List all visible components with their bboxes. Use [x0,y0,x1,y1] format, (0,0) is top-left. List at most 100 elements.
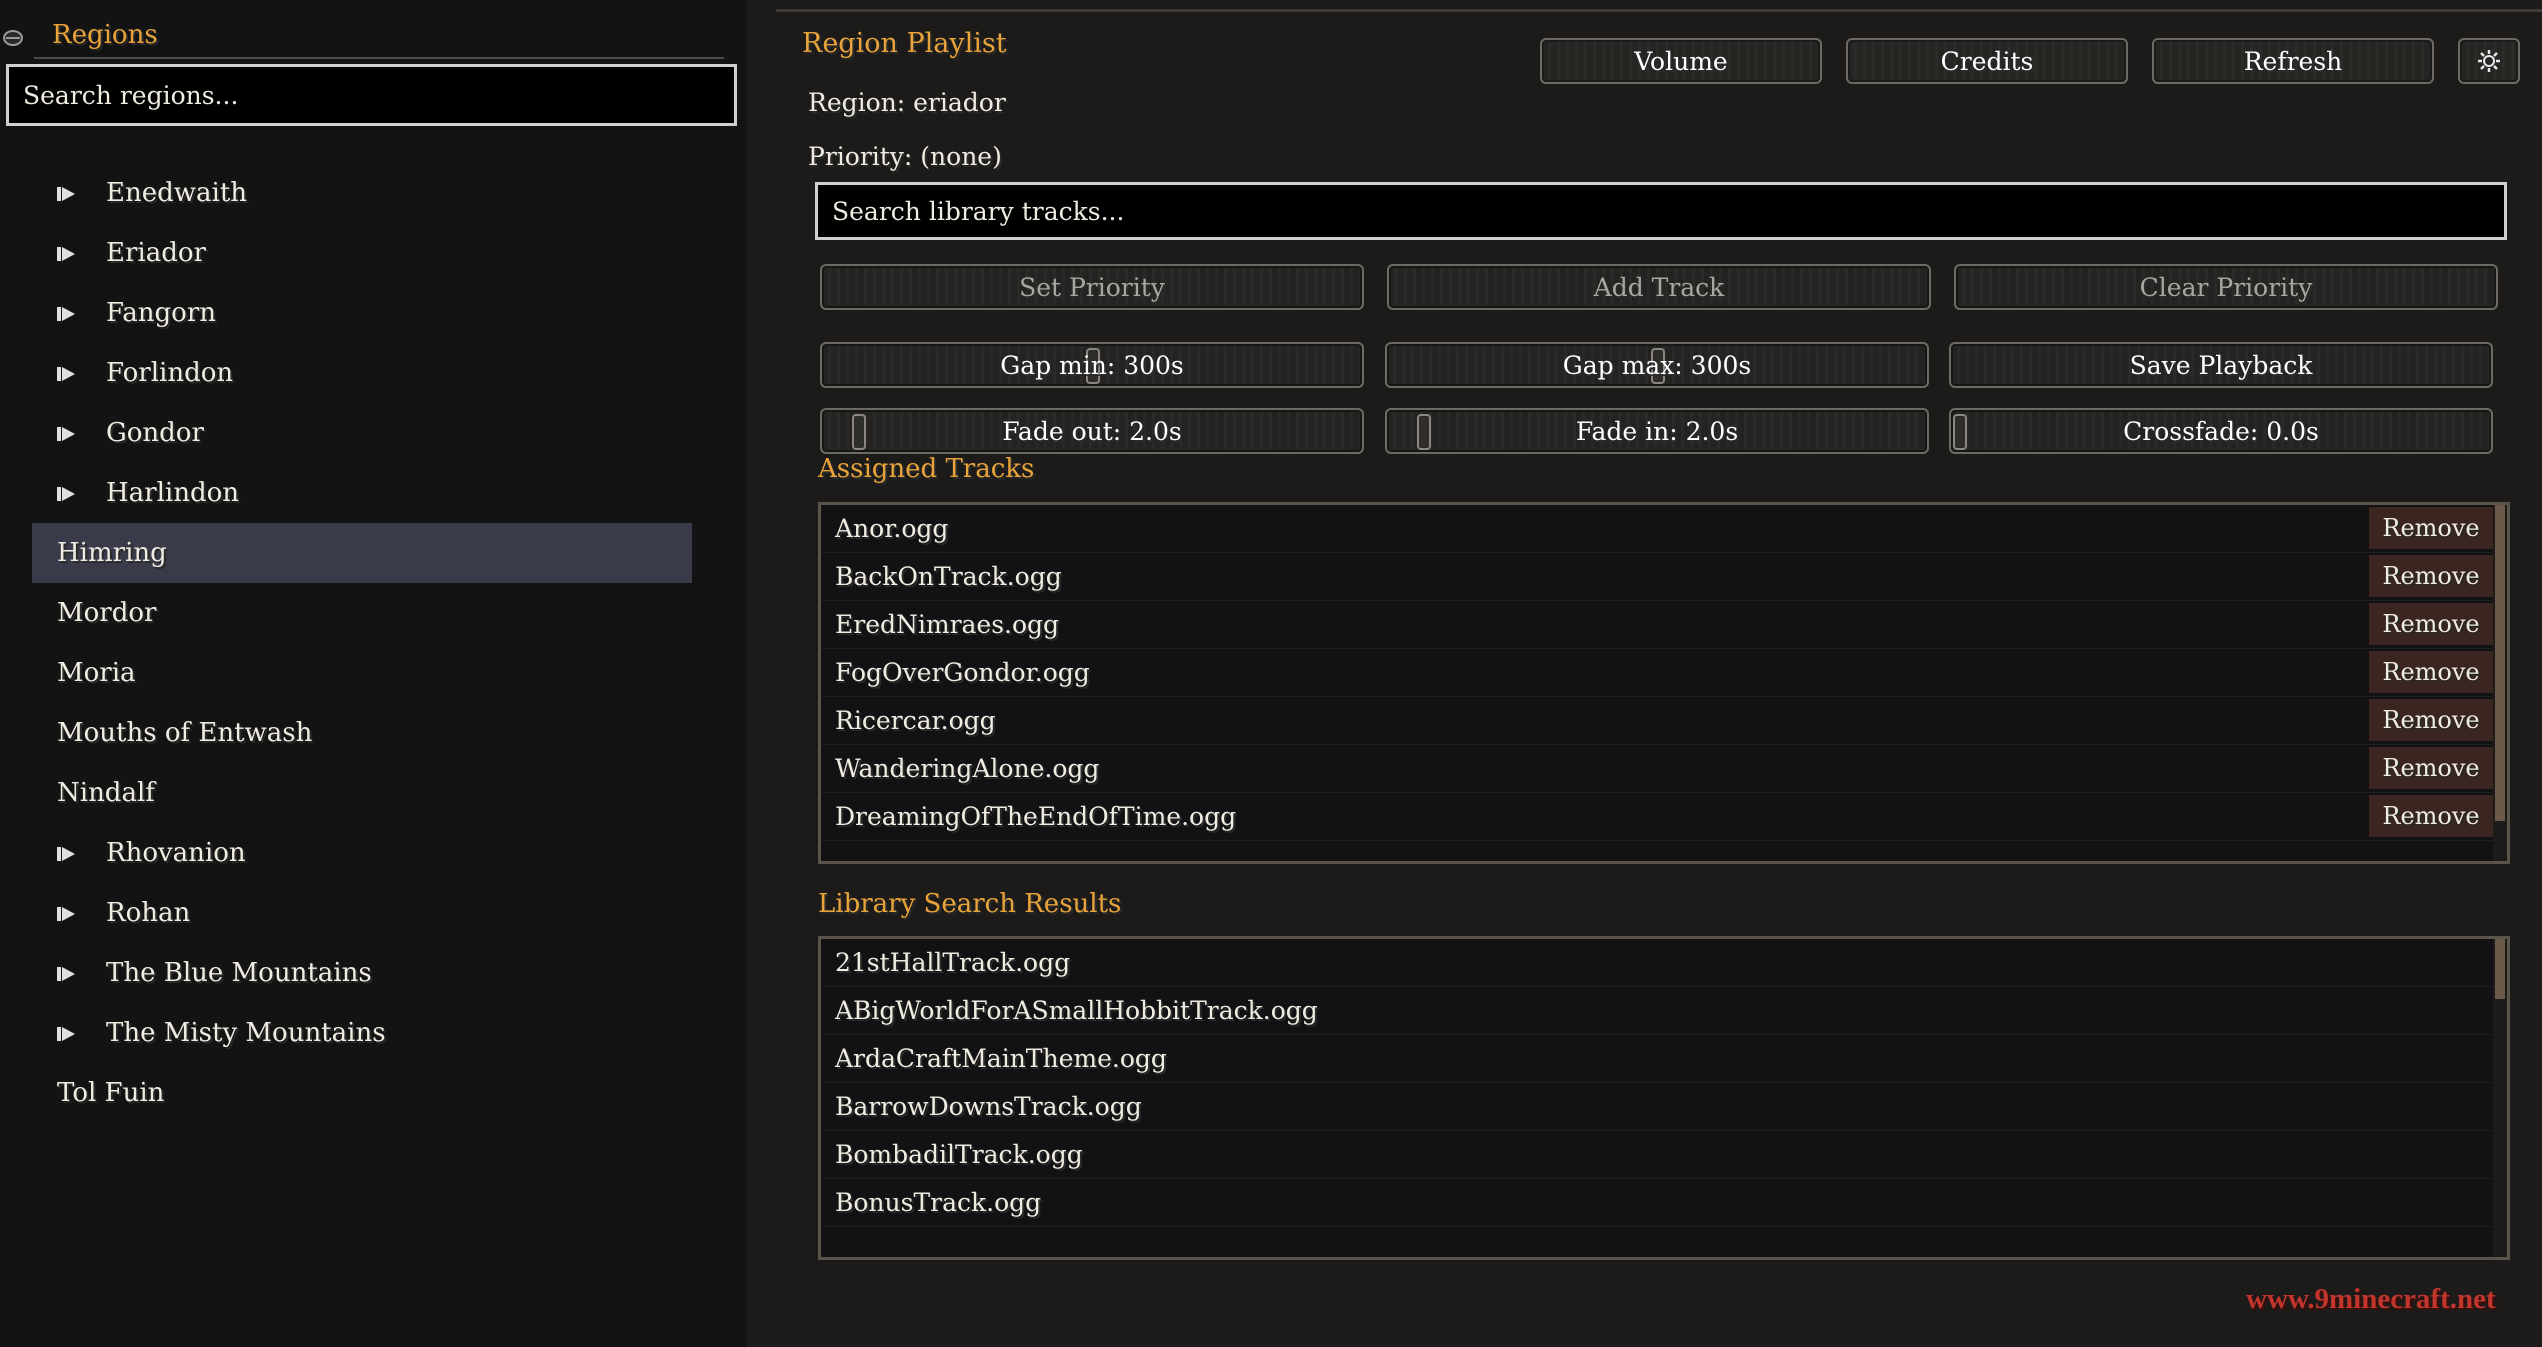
fade-out-label: Fade out: 2.0s [1002,416,1182,446]
library-track-row[interactable]: BarrowDownsTrack.ogg [821,1083,2493,1131]
assigned-track-row[interactable]: DreamingOfTheEndOfTime.ogg Remove [821,793,2493,841]
region-item-label: The Blue Mountains [106,958,372,988]
expand-arrow-icon[interactable] [56,964,76,984]
assigned-track-row[interactable]: BackOnTrack.ogg Remove [821,553,2493,601]
track-name: FogOverGondor.ogg [835,658,1090,687]
settings-button[interactable] [2458,38,2520,84]
region-item[interactable]: Eriador [32,223,692,283]
slider-handle[interactable] [1953,414,1967,450]
remove-button[interactable]: Remove [2369,507,2493,549]
expand-arrow-icon[interactable] [56,364,76,384]
set-priority-button[interactable]: Set Priority [820,264,1364,310]
assigned-tracks-list[interactable]: Anor.ogg Remove BackOnTrack.ogg Remove EredN… [818,502,2510,864]
track-name: WanderingAlone.ogg [835,754,1100,783]
region-item[interactable]: The Blue Mountains [32,943,692,1003]
library-track-row[interactable]: ArdaCraftMainTheme.ogg [821,1035,2493,1083]
expand-arrow-icon[interactable] [56,484,76,504]
credits-button[interactable]: Credits [1846,38,2128,84]
save-playback-label: Save Playback [2129,350,2313,380]
remove-button[interactable]: Remove [2369,651,2493,693]
watermark: www.9minecraft.net [2246,1283,2496,1315]
region-search-field[interactable] [6,64,737,126]
region-item[interactable]: Rohan [32,883,692,943]
assigned-track-row[interactable]: FogOverGondor.ogg Remove [821,649,2493,697]
region-item-label: Rhovanion [106,838,246,868]
gap-min-slider[interactable]: Gap min: 300s [820,342,1364,388]
library-search-input[interactable] [818,185,2504,237]
region-item[interactable]: Moria [32,643,692,703]
divider [776,9,2542,12]
library-results-list[interactable]: 21stHallTrack.ogg ABigWorldForASmallHobbi… [818,936,2510,1260]
region-item[interactable]: Fangorn [32,283,692,343]
region-item-label: Himring [57,538,167,568]
assigned-track-row[interactable]: Ricercar.ogg Remove [821,697,2493,745]
expand-arrow-icon[interactable] [56,1024,76,1044]
fade-in-slider[interactable]: Fade in: 2.0s [1385,408,1929,454]
expand-arrow-icon[interactable] [56,184,76,204]
expand-arrow-icon[interactable] [56,904,76,924]
scrollbar-thumb[interactable] [2495,939,2505,999]
remove-button[interactable]: Remove [2369,699,2493,741]
region-item[interactable]: Enedwaith [32,163,692,223]
region-item[interactable]: Nindalf [32,763,692,823]
track-name: DreamingOfTheEndOfTime.ogg [835,802,1237,831]
clear-priority-label: Clear Priority [2139,272,2313,302]
region-item[interactable]: Rhovanion [32,823,692,883]
library-track-row[interactable]: 21stHallTrack.ogg [821,939,2493,987]
expand-arrow-icon[interactable] [56,244,76,264]
scrollbar-thumb[interactable] [2495,505,2505,821]
expand-arrow-icon[interactable] [56,424,76,444]
assigned-track-row[interactable]: EredNimraes.ogg Remove [821,601,2493,649]
region-item[interactable]: Forlindon [32,343,692,403]
assigned-track-row[interactable]: WanderingAlone.ogg Remove [821,745,2493,793]
region-item[interactable]: Gondor [32,403,692,463]
remove-button[interactable]: Remove [2369,555,2493,597]
gap-max-slider[interactable]: Gap max: 300s [1385,342,1929,388]
expand-arrow-icon[interactable] [56,304,76,324]
volume-button[interactable]: Volume [1540,38,1822,84]
remove-button[interactable]: Remove [2369,747,2493,789]
clear-priority-button[interactable]: Clear Priority [1954,264,2498,310]
region-item[interactable]: Harlindon [32,463,692,523]
panel-divider[interactable] [746,0,776,1347]
library-track-row[interactable]: ABigWorldForASmallHobbitTrack.ogg [821,987,2493,1035]
library-search-field[interactable] [815,182,2507,240]
region-item[interactable]: Himring [32,523,692,583]
region-search-input[interactable] [9,67,734,123]
crossfade-slider[interactable]: Crossfade: 0.0s [1949,408,2493,454]
fade-in-label: Fade in: 2.0s [1575,416,1739,446]
library-track-row[interactable]: BonusTrack.ogg [821,1179,2493,1227]
region-item-label: Gondor [106,418,204,448]
crossfade-label: Crossfade: 0.0s [2123,416,2319,446]
add-track-label: Add Track [1593,272,1725,302]
track-name: Ricercar.ogg [835,706,996,735]
library-track-row[interactable]: BombadilTrack.ogg [821,1131,2493,1179]
region-item-label: Fangorn [106,298,216,328]
gear-icon [2478,50,2500,72]
region-item-label: Moria [57,658,136,688]
region-item-label: Rohan [106,898,191,928]
region-item[interactable]: Tol Fuin [32,1063,692,1123]
region-item-label: Forlindon [106,358,234,388]
remove-button[interactable]: Remove [2369,795,2493,837]
track-name: BackOnTrack.ogg [835,562,1062,591]
fade-out-slider[interactable]: Fade out: 2.0s [820,408,1364,454]
region-label: Region: eriador [808,88,1006,117]
assigned-track-row[interactable]: Anor.ogg Remove [821,505,2493,553]
add-track-button[interactable]: Add Track [1387,264,1931,310]
region-item[interactable]: The Misty Mountains [32,1003,692,1063]
slider-handle[interactable] [852,414,866,450]
slider-handle[interactable] [1417,414,1431,450]
refresh-button[interactable]: Refresh [2152,38,2434,84]
remove-button[interactable]: Remove [2369,603,2493,645]
scrollbar[interactable] [2493,939,2507,1257]
expand-arrow-icon[interactable] [56,844,76,864]
gap-max-label: Gap max: 300s [1562,350,1752,380]
scrollbar[interactable] [2493,505,2507,861]
region-item[interactable]: Mouths of Entwash [32,703,692,763]
gap-min-label: Gap min: 300s [1000,350,1184,380]
region-item[interactable]: Mordor [32,583,692,643]
library-results-title: Library Search Results [818,889,1122,919]
region-item-label: Mordor [57,598,157,628]
save-playback-button[interactable]: Save Playback [1949,342,2493,388]
